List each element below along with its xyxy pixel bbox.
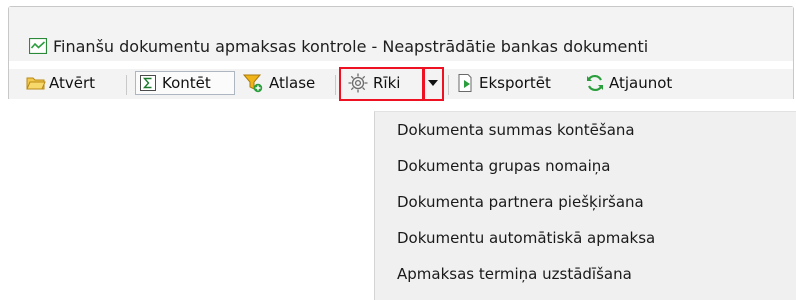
filter-button[interactable]: Atlase xyxy=(243,69,315,97)
app-window: Finanšu dokumentu apmaksas kontrole - Ne… xyxy=(8,6,794,101)
refresh-icon xyxy=(585,73,605,93)
sigma-icon xyxy=(140,75,156,91)
post-button[interactable]: Kontēt xyxy=(140,69,211,97)
open-button[interactable]: Atvērt xyxy=(26,69,95,97)
chevron-down-icon xyxy=(427,78,439,88)
refresh-button[interactable]: Atjaunot xyxy=(585,69,672,97)
export-button[interactable]: Eksportēt xyxy=(456,69,551,97)
export-label: Eksportēt xyxy=(479,74,551,92)
open-label: Atvērt xyxy=(49,74,96,92)
menu-item-partner-assign[interactable]: Dokumenta partnera piešķiršana xyxy=(397,193,644,211)
tools-dropdown-menu: Dokumenta summas kontēšana Dokumenta gru… xyxy=(374,111,796,300)
tools-label: Rīki xyxy=(373,74,401,92)
toolbar-separator xyxy=(335,75,336,95)
tools-dropdown-button[interactable] xyxy=(427,69,439,97)
funnel-add-icon xyxy=(243,73,265,93)
menu-item-group-change[interactable]: Dokumenta grupas nomaiņa xyxy=(397,157,611,175)
toolbar-separator xyxy=(448,75,449,95)
chart-window-icon xyxy=(28,37,48,55)
tools-button[interactable]: Rīki xyxy=(347,69,400,97)
menu-item-amount-posting[interactable]: Dokumenta summas kontēšana xyxy=(397,121,635,139)
menu-item-due-date-setup[interactable]: Apmaksas termiņa uzstādīšana xyxy=(397,265,632,283)
filter-label: Atlase xyxy=(269,74,316,92)
toolbar: Atvērt Kontēt Atlase Rīki Eksportēt Atja… xyxy=(9,67,793,101)
refresh-label: Atjaunot xyxy=(609,74,673,92)
window-title: Finanšu dokumentu apmaksas kontrole - Ne… xyxy=(53,37,649,56)
post-label: Kontēt xyxy=(162,74,211,92)
gear-icon xyxy=(347,72,369,94)
toolbar-separator xyxy=(126,75,127,95)
export-icon xyxy=(456,73,476,93)
menu-item-auto-payment[interactable]: Dokumentu automātiskā apmaksa xyxy=(397,229,655,247)
folder-icon xyxy=(26,75,46,91)
title-bar: Finanšu dokumentu apmaksas kontrole - Ne… xyxy=(9,7,793,61)
